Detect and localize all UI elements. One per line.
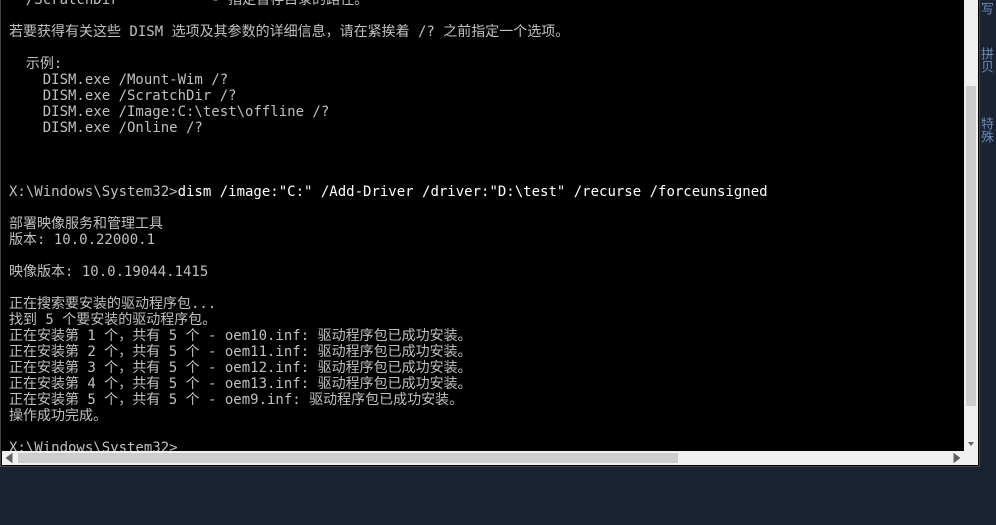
scrollbar-corner xyxy=(964,451,978,465)
v-scroll-track[interactable] xyxy=(964,0,978,437)
horizontal-scrollbar[interactable] xyxy=(2,451,964,465)
h-scroll-thumb[interactable] xyxy=(18,453,678,463)
v-scroll-thumb[interactable] xyxy=(966,86,976,406)
h-scroll-track[interactable] xyxy=(16,451,950,465)
command-prompt-window: C:\ 管理员: Windows 命令处理程序 /Quiet - 取消除错误消息… xyxy=(0,0,980,467)
terminal-output[interactable]: /Quiet - 取消除错误消息之外的所有输出。 /ScratchDir - 指… xyxy=(1,0,979,451)
vertical-scrollbar[interactable] xyxy=(964,0,978,451)
scroll-right-button[interactable] xyxy=(950,451,964,465)
scroll-left-button[interactable] xyxy=(2,451,16,465)
scroll-down-button[interactable] xyxy=(964,437,978,451)
